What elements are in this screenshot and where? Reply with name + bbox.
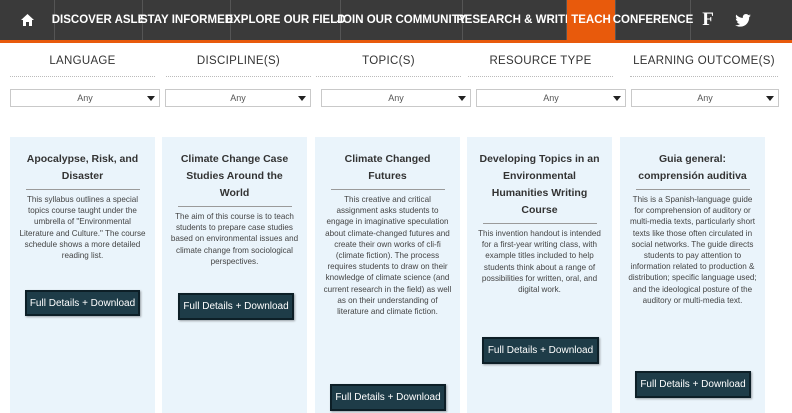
caret-down-icon xyxy=(298,96,306,101)
full-details-download-button[interactable]: Full Details + Download xyxy=(330,384,446,411)
twitter-button[interactable] xyxy=(725,0,760,40)
home-icon xyxy=(20,14,34,26)
filter-discipline: DISCIPLINE(S) Any xyxy=(165,46,311,107)
card-title: Developing Topics in an Environmental Hu… xyxy=(479,153,600,216)
home-button[interactable] xyxy=(0,0,55,40)
filter-value: Any xyxy=(77,93,93,103)
nav-join-our-community[interactable]: JOIN OUR COMMUNITY xyxy=(337,0,466,40)
card-divider xyxy=(178,206,292,207)
filter-label-language: LANGUAGE xyxy=(10,46,155,77)
nav-research-write[interactable]: RESEARCH & WRITE xyxy=(456,0,573,40)
filter-select-language[interactable]: Any xyxy=(10,89,160,107)
filter-topic: TOPIC(S) Any xyxy=(316,46,471,107)
filter-resource-type: RESOURCE TYPE Any xyxy=(468,46,626,107)
filter-learning-outcome: LEARNING OUTCOME(S) Any xyxy=(630,46,779,107)
nav-explore-our-field[interactable]: EXPLORE OUR FIELD xyxy=(225,0,346,40)
card-title: Climate Change Case Studies Around the W… xyxy=(180,153,289,199)
filter-label-resource-type: RESOURCE TYPE xyxy=(468,46,613,77)
nav-teach[interactable]: TEACH xyxy=(567,0,616,40)
filter-select-topic[interactable]: Any xyxy=(321,89,471,107)
caret-down-icon xyxy=(613,96,621,101)
filter-value: Any xyxy=(543,93,559,103)
facebook-button[interactable]: f xyxy=(691,0,725,40)
filter-value: Any xyxy=(230,93,246,103)
card-title: Climate Changed Futures xyxy=(344,153,431,182)
filter-value: Any xyxy=(388,93,404,103)
filter-select-discipline[interactable]: Any xyxy=(165,89,311,107)
caret-down-icon xyxy=(147,96,155,101)
card-divider xyxy=(483,223,597,224)
facebook-icon: f xyxy=(702,9,714,30)
caret-down-icon xyxy=(766,96,774,101)
card-title: Guia general: comprensión auditiva xyxy=(638,153,747,182)
resource-card: Developing Topics in an Environmental Hu… xyxy=(467,137,612,413)
nav-discover-asle[interactable]: DISCOVER ASLE xyxy=(52,0,145,40)
resource-card: Apocalypse, Risk, and Disaster This syll… xyxy=(10,137,155,413)
main-nav: DISCOVER ASLE STAY INFORMED EXPLORE OUR … xyxy=(0,0,792,43)
card-title: Apocalypse, Risk, and Disaster xyxy=(26,153,139,182)
card-description: This syllabus outlines a special topics … xyxy=(19,195,146,261)
filter-label-topic: TOPIC(S) xyxy=(316,46,461,77)
twitter-icon xyxy=(734,13,751,27)
nav-conference[interactable]: CONFERENCE xyxy=(613,0,693,40)
full-details-download-button[interactable]: Full Details + Download xyxy=(25,290,140,316)
full-details-download-button[interactable]: Full Details + Download xyxy=(178,293,294,320)
card-divider xyxy=(331,189,445,190)
caret-down-icon xyxy=(458,96,466,101)
filter-select-learning-outcome[interactable]: Any xyxy=(631,89,779,107)
filter-label-discipline: DISCIPLINE(S) xyxy=(166,46,311,77)
card-description: The aim of this course is to teach stude… xyxy=(170,212,299,266)
card-divider xyxy=(636,189,750,190)
full-details-download-button[interactable]: Full Details + Download xyxy=(482,337,599,364)
filter-value: Any xyxy=(697,93,713,103)
card-description: This invention handout is intended for a… xyxy=(478,229,601,295)
resource-card: Climate Change Case Studies Around the W… xyxy=(162,137,307,413)
filter-language: LANGUAGE Any xyxy=(10,46,160,107)
full-details-download-button[interactable]: Full Details + Download xyxy=(635,371,751,398)
card-description: This is a Spanish-language guide for com… xyxy=(628,195,757,305)
nav-stay-informed[interactable]: STAY INFORMED xyxy=(140,0,233,40)
resource-card: Climate Changed Futures This creative an… xyxy=(315,137,460,413)
filter-label-learning-outcome: LEARNING OUTCOME(S) xyxy=(630,46,778,77)
resource-card: Guia general: comprensión auditiva This … xyxy=(620,137,765,413)
filter-select-resource-type[interactable]: Any xyxy=(476,89,626,107)
card-divider xyxy=(26,189,140,190)
card-description: This creative and critical assignment as… xyxy=(323,195,452,317)
